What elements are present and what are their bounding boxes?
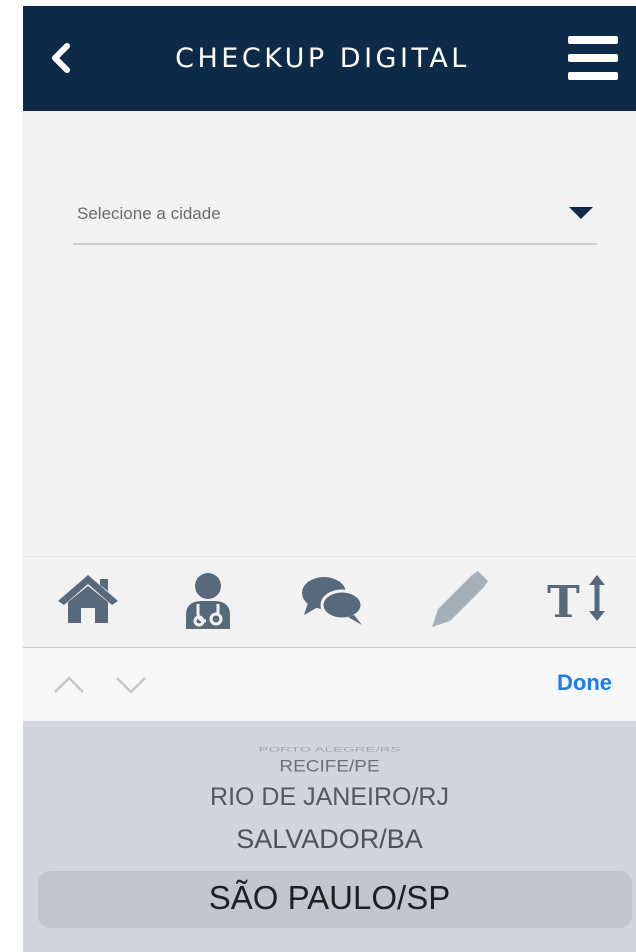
previous-field-button[interactable] xyxy=(51,672,87,696)
chat-bubbles-icon xyxy=(302,577,364,625)
city-select-placeholder: Selecione a cidade xyxy=(77,204,221,223)
app-header: CHECKUP DIGITAL xyxy=(23,6,636,111)
next-field-button[interactable] xyxy=(113,672,149,696)
pencil-icon xyxy=(432,571,488,627)
hamburger-line xyxy=(568,72,618,80)
bottom-toolbar: T xyxy=(23,556,636,648)
select-underline xyxy=(73,243,597,245)
city-picker-wheel[interactable]: PORTO ALEGRE/RS RECIFE/PE RIO DE JANEIRO… xyxy=(23,721,636,952)
picker-option-selected[interactable]: SÃO PAULO/SP xyxy=(23,879,636,917)
doctor-icon xyxy=(186,573,230,629)
text-size-button[interactable]: T xyxy=(543,571,613,635)
menu-button[interactable] xyxy=(568,36,618,80)
page-title: CHECKUP DIGITAL xyxy=(175,43,470,74)
caret-down-icon xyxy=(569,207,593,219)
app-screen: CHECKUP DIGITAL Selecione a cidade T Don… xyxy=(23,6,636,952)
hamburger-menu-icon xyxy=(568,36,618,44)
home-icon xyxy=(58,575,118,623)
chevron-up-icon xyxy=(54,676,84,693)
picker-option[interactable]: PORTO ALEGRE/RS xyxy=(23,746,636,754)
hamburger-line xyxy=(568,54,618,62)
doctor-button[interactable] xyxy=(173,571,243,635)
picker-option[interactable]: RIO DE JANEIRO/RJ xyxy=(23,783,636,812)
picker-option[interactable]: RECIFE/PE xyxy=(23,758,636,777)
chevron-down-icon xyxy=(116,677,146,694)
text-size-icon: T xyxy=(547,575,605,627)
text-size-letter: T xyxy=(547,577,580,627)
keyboard-accessory-bar: Done xyxy=(23,648,636,721)
chat-button[interactable] xyxy=(298,571,368,635)
picker-option[interactable]: SALVADOR/BA xyxy=(23,824,636,855)
edit-button[interactable] xyxy=(423,571,493,635)
city-select[interactable]: Selecione a cidade xyxy=(73,191,597,246)
done-button[interactable]: Done xyxy=(557,666,612,700)
home-button[interactable] xyxy=(53,571,123,635)
